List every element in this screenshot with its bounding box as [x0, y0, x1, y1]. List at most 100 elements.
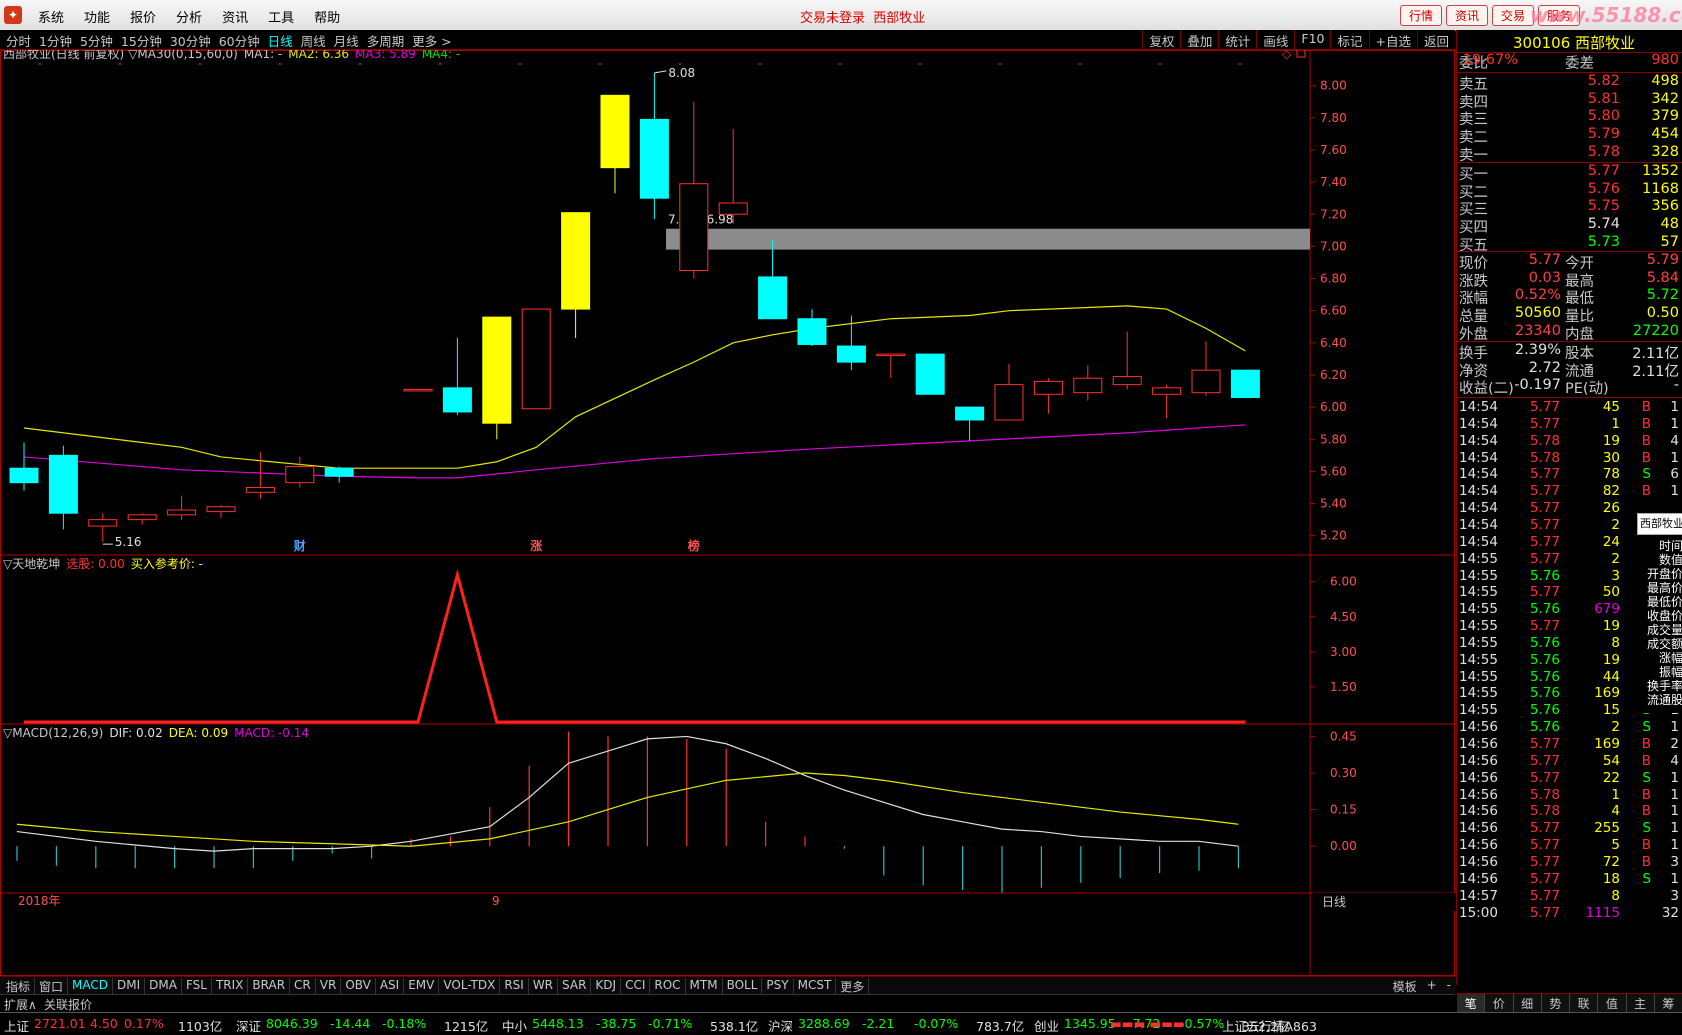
tick-time: 14:54 [1459, 500, 1498, 517]
period-tab-8[interactable]: 月线 [330, 31, 363, 50]
indicator-tab-3[interactable]: DMI [113, 978, 146, 995]
tool-button-2[interactable]: 统计 [1218, 30, 1256, 51]
menu-info[interactable]: 资讯 [212, 7, 258, 26]
indicator-bar-button-2[interactable]: - [1447, 978, 1451, 995]
indicator-bar-button-1[interactable]: + [1427, 978, 1437, 995]
tick-volume: 45 [1602, 399, 1620, 415]
tool-button-6[interactable]: +自选 [1368, 30, 1417, 51]
tool-button-4[interactable]: F10 [1294, 30, 1330, 51]
menu-help[interactable]: 帮助 [304, 7, 350, 26]
tool-button-5[interactable]: 标记 [1330, 30, 1368, 51]
chart-diamond-icon[interactable]: ◇ [1282, 47, 1292, 61]
tool-button-3[interactable]: 画线 [1256, 30, 1294, 51]
tick-time: 14:56 [1459, 769, 1498, 786]
price-axis-label: 6.20 [1320, 368, 1347, 382]
chart-area[interactable]: 8.00 7.80 7.60 7.40 7.20 7.00 6.80 6.60 6.40 6.20… [0, 46, 1455, 976]
quote-tab-7[interactable]: 筹 [1655, 994, 1682, 1014]
market-button[interactable]: 行情 [1400, 5, 1443, 26]
menu-analysis[interactable]: 分析 [166, 7, 212, 26]
menu-function[interactable]: 功能 [74, 7, 120, 26]
tick-volume: 1 [1611, 415, 1620, 432]
quote-tab-6[interactable]: 主 [1627, 994, 1655, 1014]
indicator-tab-9[interactable]: VR [316, 978, 342, 995]
period-tab-5[interactable]: 60分钟 [215, 31, 264, 50]
fund-value: -0.197 [1514, 377, 1561, 394]
quote-tab-4[interactable]: 联 [1570, 994, 1599, 1014]
related-quote-button[interactable]: 关联报价 [44, 996, 92, 1013]
indicator-tab-19[interactable]: ROC [650, 978, 686, 995]
indicator-tab-21[interactable]: BOLL [723, 978, 763, 995]
indicator-tab-2[interactable]: MACD [68, 978, 114, 995]
candle-body [482, 316, 512, 424]
indicator-tab-10[interactable]: OBV [341, 978, 376, 995]
period-tab-9[interactable]: 多周期 [363, 31, 409, 50]
indicator-tab-6[interactable]: TRIX [212, 978, 249, 995]
period-tab-3[interactable]: 15分钟 [117, 31, 166, 50]
kline-chart-svg[interactable]: 8.00 7.80 7.60 7.40 7.20 7.00 6.80 6.60 6.40 6.20… [0, 46, 1455, 976]
indicator-tab-24[interactable]: 更多 [836, 978, 870, 995]
indicator-tab-11[interactable]: ASI [376, 978, 405, 995]
event-marker[interactable]: 财 [293, 538, 306, 553]
macd-axis-label: 0.30 [1330, 766, 1357, 780]
indicator-tab-13[interactable]: VOL-TDX [439, 978, 501, 995]
indicator-tab-1[interactable]: 窗口 [35, 978, 69, 995]
tick-price: 5.77 [1529, 736, 1560, 752]
candle-body [639, 118, 669, 199]
period-tab-1[interactable]: 1分钟 [35, 31, 76, 50]
period-tab-2[interactable]: 5分钟 [76, 31, 117, 50]
indicator-tab-8[interactable]: CR [290, 978, 316, 995]
period-tab-7[interactable]: 周线 [297, 31, 330, 50]
cloud-status: 上证云行情A863 [1222, 1019, 1317, 1034]
trade-button[interactable]: 交易 [1492, 5, 1535, 26]
tool-button-0[interactable]: 复权 [1142, 30, 1180, 51]
indicator-tab-12[interactable]: EMV [404, 978, 440, 995]
tick-price: 5.76 [1529, 567, 1560, 584]
tick-side: S [1642, 466, 1651, 483]
indicator-tab-14[interactable]: RSI [500, 978, 529, 995]
tick-price: 5.77 [1529, 550, 1560, 567]
period-tab-4[interactable]: 30分钟 [166, 31, 215, 50]
quote-row: 涨幅 0.52% 最低 5.72 [1457, 287, 1682, 307]
period-tab-10[interactable]: 更多 > [408, 31, 455, 50]
quote-tab-5[interactable]: 值 [1598, 994, 1627, 1014]
price-axis-label: 7.80 [1320, 111, 1347, 125]
status-sh-amt: 1103亿 [178, 1019, 223, 1034]
indicator-bar-button-0[interactable]: 模板 [1393, 978, 1417, 995]
main-chart-legend: 西部牧业(日线 前复权) ▽MA30(0,15,60,0) MA1: - MA2: 6… [3, 50, 460, 61]
indicator-tab-5[interactable]: FSL [182, 978, 212, 995]
indicator-tab-20[interactable]: MTM [686, 978, 723, 995]
period-tab-6[interactable]: 日线 [264, 31, 297, 50]
indicator-tab-7[interactable]: BRAR [248, 978, 291, 995]
candle-body [1033, 380, 1063, 395]
quote-tab-2[interactable]: 细 [1514, 994, 1542, 1014]
expand-button[interactable]: 扩展∧ [4, 996, 37, 1013]
menu-tools[interactable]: 工具 [258, 7, 304, 26]
event-marker[interactable]: 榜 [688, 538, 700, 553]
tool-button-1[interactable]: 叠加 [1180, 30, 1218, 51]
quote-tab-1[interactable]: 价 [1485, 994, 1514, 1014]
indicator-tab-22[interactable]: PSY [762, 978, 794, 995]
indicator-tab-17[interactable]: KDJ [591, 978, 622, 995]
indicator-tab-18[interactable]: CCI [621, 978, 651, 995]
menu-system[interactable]: 系统 [28, 7, 74, 26]
indicator-tab-4[interactable]: DMA [145, 978, 182, 995]
tick-price: 5.78 [1529, 432, 1560, 449]
indicator-tab-0[interactable]: 指标 [2, 978, 36, 995]
tick-volume: 24 [1602, 533, 1620, 550]
top-dot-mark [119, 63, 121, 65]
tool-button-7[interactable]: 返回 [1416, 30, 1455, 51]
indicator-tab-23[interactable]: MCST [794, 978, 837, 995]
quote-tab-0[interactable]: 笔 [1457, 994, 1486, 1014]
tick-volume: 255 [1594, 820, 1620, 837]
candle-body [245, 486, 275, 493]
chart-maximize-icon[interactable] [1296, 47, 1306, 58]
news-button[interactable]: 资讯 [1446, 5, 1489, 26]
tick-volume: 2 [1611, 516, 1620, 533]
menu-quote[interactable]: 报价 [120, 7, 166, 26]
event-marker[interactable]: 涨 [530, 538, 542, 553]
period-tab-0[interactable]: 分时 [2, 31, 35, 50]
tick-count: 3 [1670, 853, 1679, 870]
indicator-tab-15[interactable]: WR [529, 978, 559, 995]
quote-tab-3[interactable]: 势 [1542, 994, 1570, 1014]
indicator-tab-16[interactable]: SAR [558, 978, 592, 995]
